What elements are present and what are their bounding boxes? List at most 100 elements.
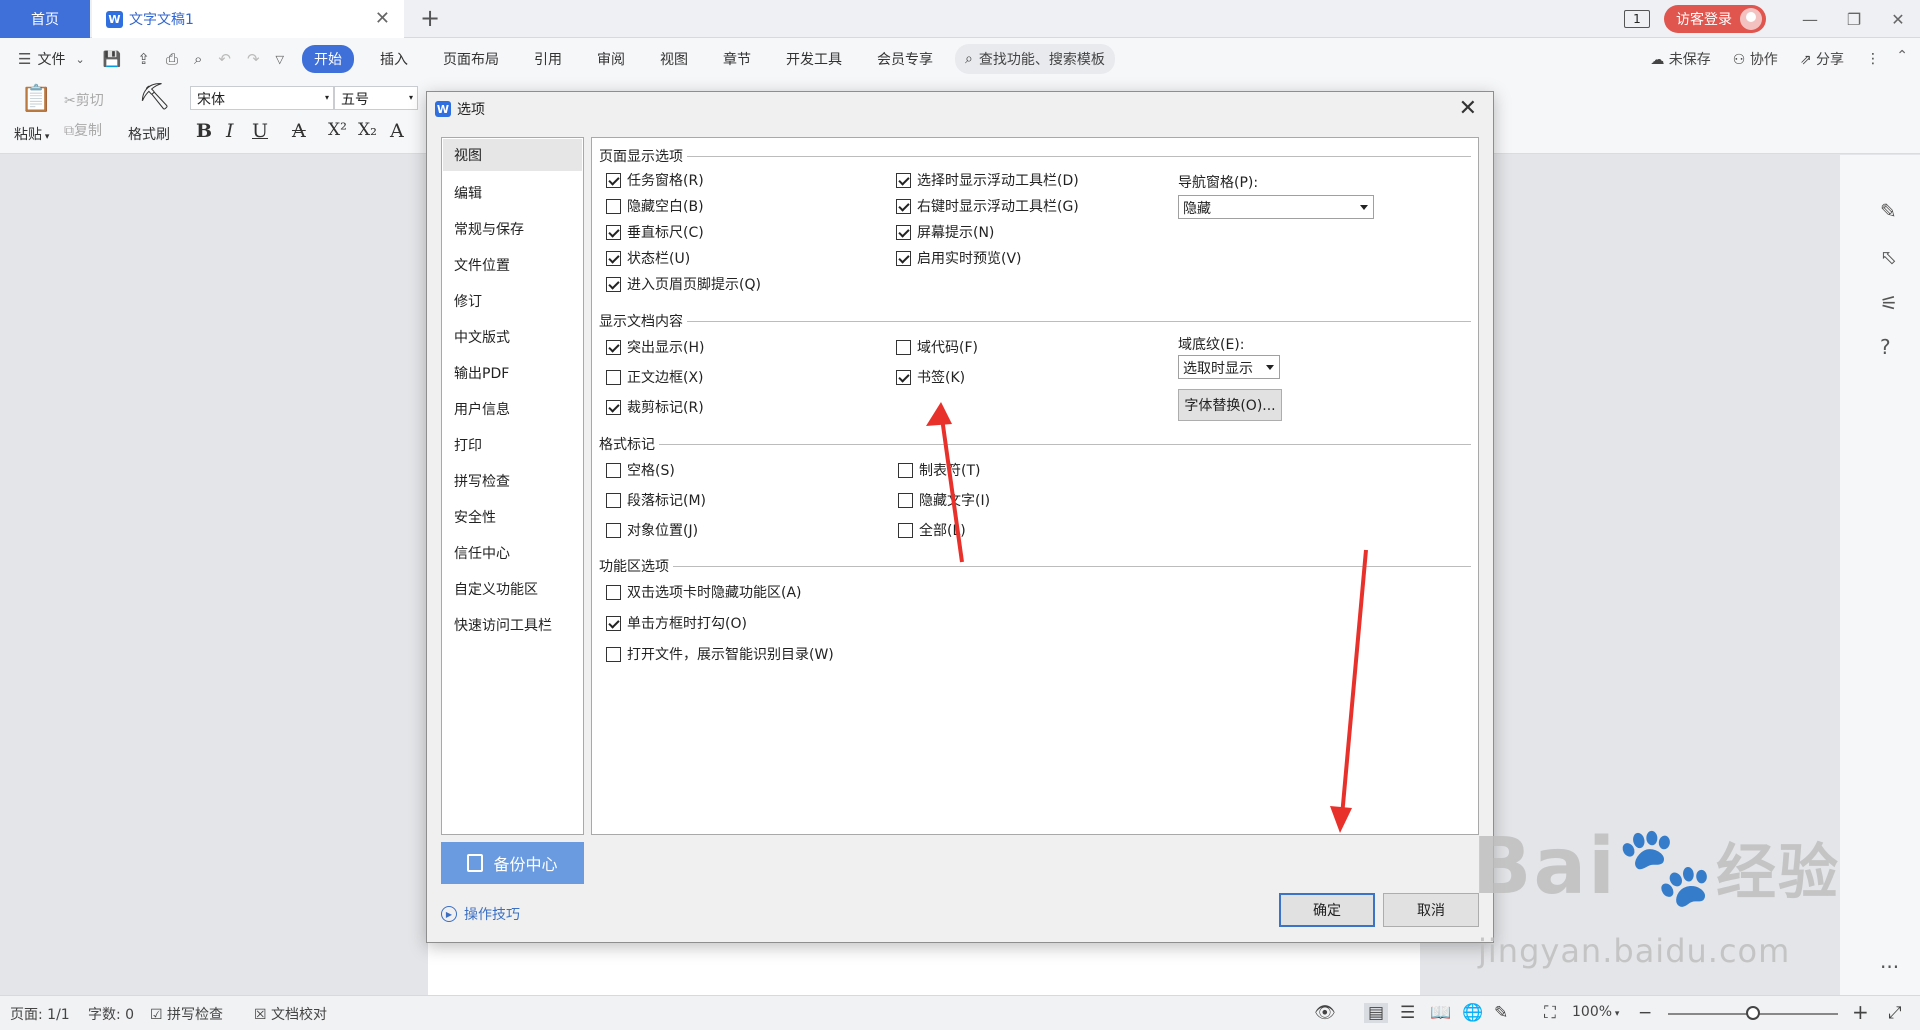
superscript-icon[interactable]: X² bbox=[328, 120, 347, 140]
copy-button[interactable]: ⧉复制 bbox=[64, 120, 102, 140]
minimize-icon[interactable]: — bbox=[1788, 10, 1832, 29]
dialog-close-icon[interactable]: ✕ bbox=[1459, 96, 1477, 121]
eye-protection-icon[interactable]: 👁 bbox=[1314, 1003, 1336, 1023]
menu-file[interactable]: 文件 bbox=[37, 49, 65, 69]
export-icon[interactable]: ⇪ bbox=[137, 50, 150, 68]
field-shading-select[interactable]: 选取时显示 bbox=[1178, 355, 1280, 379]
font-substitution-button[interactable]: 字体替换(O)... bbox=[1178, 389, 1282, 421]
nav-user-info[interactable]: 用户信息 bbox=[454, 399, 510, 419]
checkbox-all-marks[interactable]: 全部(L) bbox=[898, 520, 966, 540]
nav-edit[interactable]: 编辑 bbox=[454, 183, 482, 203]
nav-general-save[interactable]: 常规与保存 bbox=[454, 219, 524, 239]
ok-button[interactable]: 确定 bbox=[1279, 893, 1375, 927]
menu-page-layout[interactable]: 页面布局 bbox=[443, 49, 499, 69]
nav-print[interactable]: 打印 bbox=[454, 435, 482, 455]
cancel-button[interactable]: 取消 bbox=[1383, 893, 1479, 927]
nav-output-pdf[interactable]: 输出PDF bbox=[454, 363, 509, 383]
undo-icon[interactable]: ↶ bbox=[218, 50, 231, 68]
more-options-icon[interactable]: ⋮ bbox=[1866, 51, 1880, 67]
checkbox-text-boundaries[interactable]: 正文边框(X) bbox=[606, 367, 704, 387]
checkbox-float-toolbar-select[interactable]: 选择时显示浮动工具栏(D) bbox=[896, 170, 1079, 190]
quick-access-more-icon[interactable]: ▽ bbox=[276, 53, 284, 66]
checkbox-crop-marks[interactable]: 裁剪标记(R) bbox=[606, 397, 704, 417]
spell-check-button[interactable]: ☑ 拼写检查 bbox=[150, 1004, 223, 1024]
page-view-icon[interactable]: ▤ bbox=[1364, 1003, 1389, 1023]
menu-member[interactable]: 会员专享 bbox=[877, 49, 933, 69]
checkbox-screen-tips[interactable]: 屏幕提示(N) bbox=[896, 222, 994, 242]
checkbox-live-preview[interactable]: 启用实时预览(V) bbox=[896, 248, 1022, 268]
format-painter-icon[interactable]: ⛏ bbox=[138, 82, 171, 112]
backup-center-button[interactable]: 备份中心 bbox=[441, 842, 584, 884]
zoom-in-icon[interactable]: + bbox=[1852, 1000, 1869, 1024]
cut-button[interactable]: ✂剪切 bbox=[64, 90, 104, 110]
checkbox-field-codes[interactable]: 域代码(F) bbox=[896, 337, 978, 357]
zoom-out-icon[interactable]: − bbox=[1638, 1003, 1652, 1023]
bold-icon[interactable]: B bbox=[196, 120, 212, 142]
checkbox-header-footer-tip[interactable]: 进入页眉页脚提示(Q) bbox=[606, 274, 761, 294]
menu-references[interactable]: 引用 bbox=[534, 49, 562, 69]
word-count[interactable]: 字数: 0 bbox=[88, 1004, 134, 1024]
nav-security[interactable]: 安全性 bbox=[454, 507, 496, 527]
font-size-select[interactable]: 五号 ▾ bbox=[334, 86, 418, 110]
doc-proof-button[interactable]: ☒ 文档校对 bbox=[254, 1004, 327, 1024]
subscript-icon[interactable]: X₂ bbox=[358, 120, 377, 140]
tab-document[interactable]: W 文字文稿1 ✕ bbox=[92, 0, 404, 38]
checkbox-highlight[interactable]: 突出显示(H) bbox=[606, 337, 704, 357]
menu-developer[interactable]: 开发工具 bbox=[786, 49, 842, 69]
fullscreen-icon[interactable]: ⤢ bbox=[1888, 1003, 1902, 1023]
save-icon[interactable]: 💾 bbox=[103, 50, 122, 68]
dialog-title-bar[interactable]: W 选项 bbox=[427, 92, 1493, 126]
collaborate-button[interactable]: ⚇ 协作 bbox=[1733, 49, 1778, 69]
checkbox-bookmarks[interactable]: 书签(K) bbox=[896, 367, 965, 387]
web-view-icon[interactable]: 🌐 bbox=[1462, 1003, 1483, 1023]
guest-login-button[interactable]: 访客登录 bbox=[1664, 5, 1766, 33]
hamburger-menu-icon[interactable]: ☰ bbox=[18, 50, 31, 68]
new-tab-button[interactable]: + bbox=[420, 4, 440, 32]
print-preview-icon[interactable]: ⌕ bbox=[194, 50, 202, 68]
operation-tips-link[interactable]: ▶ 操作技巧 bbox=[441, 904, 520, 924]
checkbox-tab-chars[interactable]: 制表符(T) bbox=[898, 460, 980, 480]
chevron-down-icon[interactable]: ⌄ bbox=[75, 53, 84, 66]
close-window-icon[interactable]: ✕ bbox=[1876, 10, 1920, 29]
nav-pane-select[interactable]: 隐藏 bbox=[1178, 195, 1374, 219]
restore-icon[interactable]: ❐ bbox=[1832, 10, 1876, 29]
share-button[interactable]: ⇗ 分享 bbox=[1800, 49, 1844, 69]
nav-spell-check[interactable]: 拼写检查 bbox=[454, 471, 510, 491]
nav-quick-access-toolbar[interactable]: 快速访问工具栏 bbox=[454, 615, 552, 635]
font-name-select[interactable]: 宋体 ▾ bbox=[190, 86, 334, 110]
close-tab-icon[interactable]: ✕ bbox=[375, 8, 390, 29]
page-indicator-icon[interactable]: 1 bbox=[1624, 10, 1650, 28]
menu-start[interactable]: 开始 bbox=[301, 45, 354, 73]
nav-file-location[interactable]: 文件位置 bbox=[454, 255, 510, 275]
zoom-level[interactable]: 100% ▾ bbox=[1572, 1004, 1619, 1020]
help-icon[interactable]: ? bbox=[1880, 335, 1891, 359]
zoom-slider-handle[interactable] bbox=[1746, 1006, 1760, 1020]
search-function-box[interactable]: ⌕ 查找功能、搜索模板 bbox=[954, 44, 1115, 74]
settings-sliders-icon[interactable]: ⚟ bbox=[1880, 291, 1898, 315]
nav-customize-ribbon[interactable]: 自定义功能区 bbox=[454, 579, 538, 599]
menu-chapter[interactable]: 章节 bbox=[723, 49, 751, 69]
checkbox-vertical-ruler[interactable]: 垂直标尺(C) bbox=[606, 222, 704, 242]
text-effect-icon[interactable]: A bbox=[390, 120, 404, 142]
reading-view-icon[interactable]: 📖 bbox=[1430, 1003, 1451, 1023]
strikethrough-icon[interactable]: A bbox=[292, 120, 306, 142]
italic-icon[interactable]: I bbox=[226, 120, 234, 142]
paste-button[interactable]: 粘贴 ▾ bbox=[14, 124, 49, 144]
menu-insert[interactable]: 插入 bbox=[380, 49, 408, 69]
nav-chinese-layout[interactable]: 中文版式 bbox=[454, 327, 510, 347]
nav-view[interactable]: 视图 bbox=[443, 139, 582, 171]
checkbox-object-anchors[interactable]: 对象位置(J) bbox=[606, 520, 698, 540]
nav-trust-center[interactable]: 信任中心 bbox=[454, 543, 510, 563]
print-icon[interactable]: ⎙ bbox=[166, 50, 178, 68]
pen-icon[interactable]: ✎ bbox=[1880, 199, 1897, 223]
checkbox-task-pane[interactable]: 任务窗格(R) bbox=[606, 170, 704, 190]
menu-view[interactable]: 视图 bbox=[660, 49, 688, 69]
outline-view-icon[interactable]: ☰ bbox=[1400, 1003, 1415, 1023]
format-painter-button[interactable]: 格式刷 bbox=[128, 124, 170, 144]
checkbox-float-toolbar-rightclick[interactable]: 右键时显示浮动工具栏(G) bbox=[896, 196, 1079, 216]
paste-icon[interactable]: 📋 bbox=[20, 84, 52, 114]
more-dots-icon[interactable]: ··· bbox=[1880, 955, 1899, 979]
redo-icon[interactable]: ↷ bbox=[247, 50, 260, 68]
nav-revision[interactable]: 修订 bbox=[454, 291, 482, 311]
fit-page-icon[interactable]: ⛶ bbox=[1544, 1003, 1556, 1023]
